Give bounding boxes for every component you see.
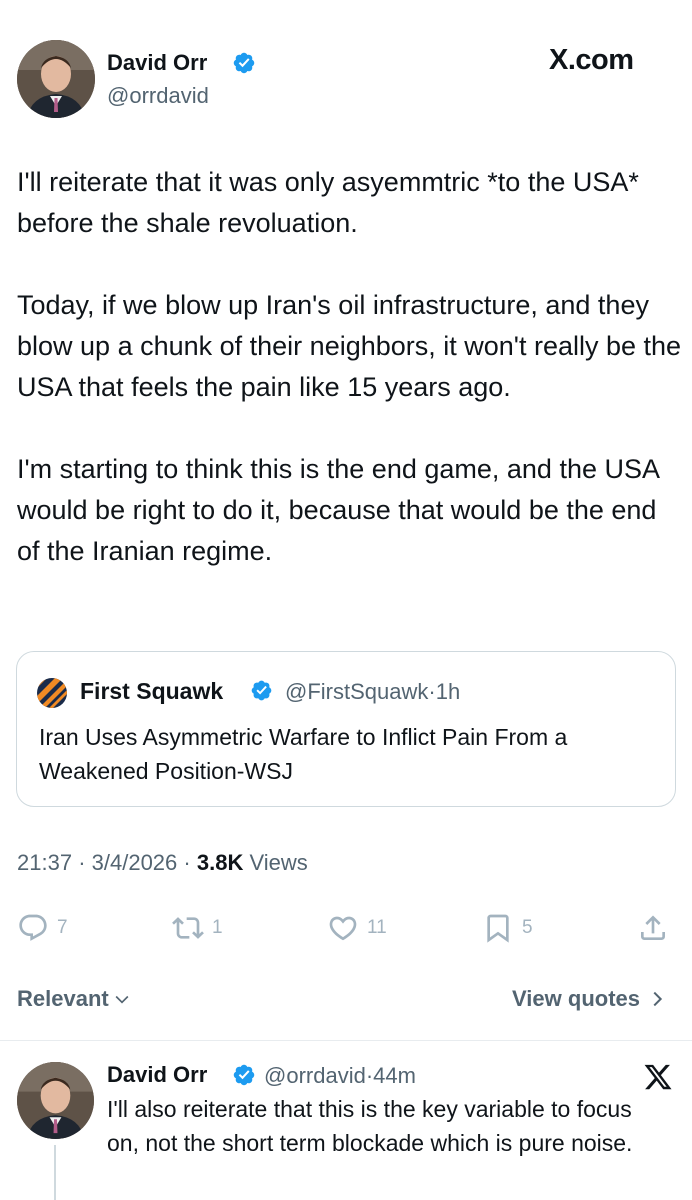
chevron-down-icon — [115, 995, 129, 1004]
like-count: 11 — [367, 917, 387, 938]
like-icon — [329, 916, 357, 941]
thread-line — [54, 1145, 56, 1200]
tweet-paragraph: I'm starting to think this is the end ga… — [17, 454, 667, 566]
reply-text: I'll also reiterate that this is the key… — [107, 1096, 633, 1156]
x-com-watermark: X.com — [549, 44, 634, 76]
reply-button[interactable]: 7 — [17, 905, 68, 951]
quoted-author-name[interactable]: First Squawk — [80, 678, 223, 705]
views-label: Views — [249, 850, 308, 875]
bookmark-count: 5 — [522, 917, 533, 938]
verified-badge-icon — [233, 1064, 255, 1086]
tweet-date[interactable]: 3/4/2026 — [92, 850, 178, 875]
reply-count: 7 — [57, 917, 68, 938]
repost-icon — [172, 917, 204, 939]
replies-sort-bar: Relevant View quotes — [0, 976, 692, 1024]
quoted-tweet-text: Iran Uses Asymmetric Warfare to Inflict … — [39, 724, 568, 784]
verified-badge-icon — [251, 680, 272, 701]
view-quotes-link[interactable]: View quotes — [512, 986, 668, 1012]
reply-author-meta[interactable]: @orrdavid·44m — [264, 1063, 416, 1089]
share-button[interactable] — [637, 905, 677, 951]
tweet-body: I'll reiterate that it was only asyemmtr… — [17, 162, 682, 572]
reply-time: 44m — [373, 1063, 416, 1088]
author-avatar[interactable] — [17, 40, 95, 118]
reply-author-handle[interactable]: @orrdavid — [264, 1063, 366, 1088]
divider — [0, 1040, 692, 1041]
separator: · — [428, 679, 436, 704]
x-logo-icon — [644, 1064, 672, 1090]
bookmark-icon — [487, 914, 509, 943]
repost-button[interactable]: 1 — [172, 905, 223, 951]
like-button[interactable]: 11 — [327, 905, 387, 951]
action-bar: 7 1 11 5 — [0, 905, 692, 951]
tweet-paragraph: I'll reiterate that it was only asyemmtr… — [17, 167, 647, 238]
reply-author-name[interactable]: David Orr — [107, 1062, 207, 1088]
tweet-time[interactable]: 21:37 — [17, 850, 72, 875]
quoted-tweet-card[interactable]: First Squawk @FirstSquawk·1h Iran Uses A… — [16, 651, 676, 807]
chevron-right-icon — [653, 991, 663, 1007]
author-name[interactable]: David Orr — [107, 50, 207, 76]
quoted-time: 1h — [435, 679, 461, 704]
views-count: 3.8K — [196, 850, 244, 875]
tweet-meta: 21:37 · 3/4/2026 · 3.8K Views — [17, 850, 308, 876]
quoted-author-handle[interactable]: @FirstSquawk — [285, 679, 428, 704]
relevant-sort-button[interactable]: Relevant — [17, 986, 132, 1012]
share-icon — [641, 915, 665, 940]
reply-author-avatar[interactable] — [17, 1062, 94, 1139]
first-squawk-logo-icon — [37, 678, 67, 708]
reply-icon — [19, 914, 47, 941]
bookmark-button[interactable]: 5 — [482, 905, 533, 951]
quoted-author-meta[interactable]: @FirstSquawk·1h — [285, 679, 460, 705]
separator: · — [78, 850, 86, 875]
author-handle[interactable]: @orrdavid — [107, 83, 209, 109]
relevant-label: Relevant — [17, 986, 109, 1011]
separator: · — [183, 850, 191, 875]
verified-badge-icon — [233, 52, 255, 74]
repost-count: 1 — [212, 917, 223, 938]
view-quotes-label: View quotes — [512, 986, 640, 1011]
tweet-paragraph: Today, if we blow up Iran's oil infrastr… — [17, 290, 689, 402]
